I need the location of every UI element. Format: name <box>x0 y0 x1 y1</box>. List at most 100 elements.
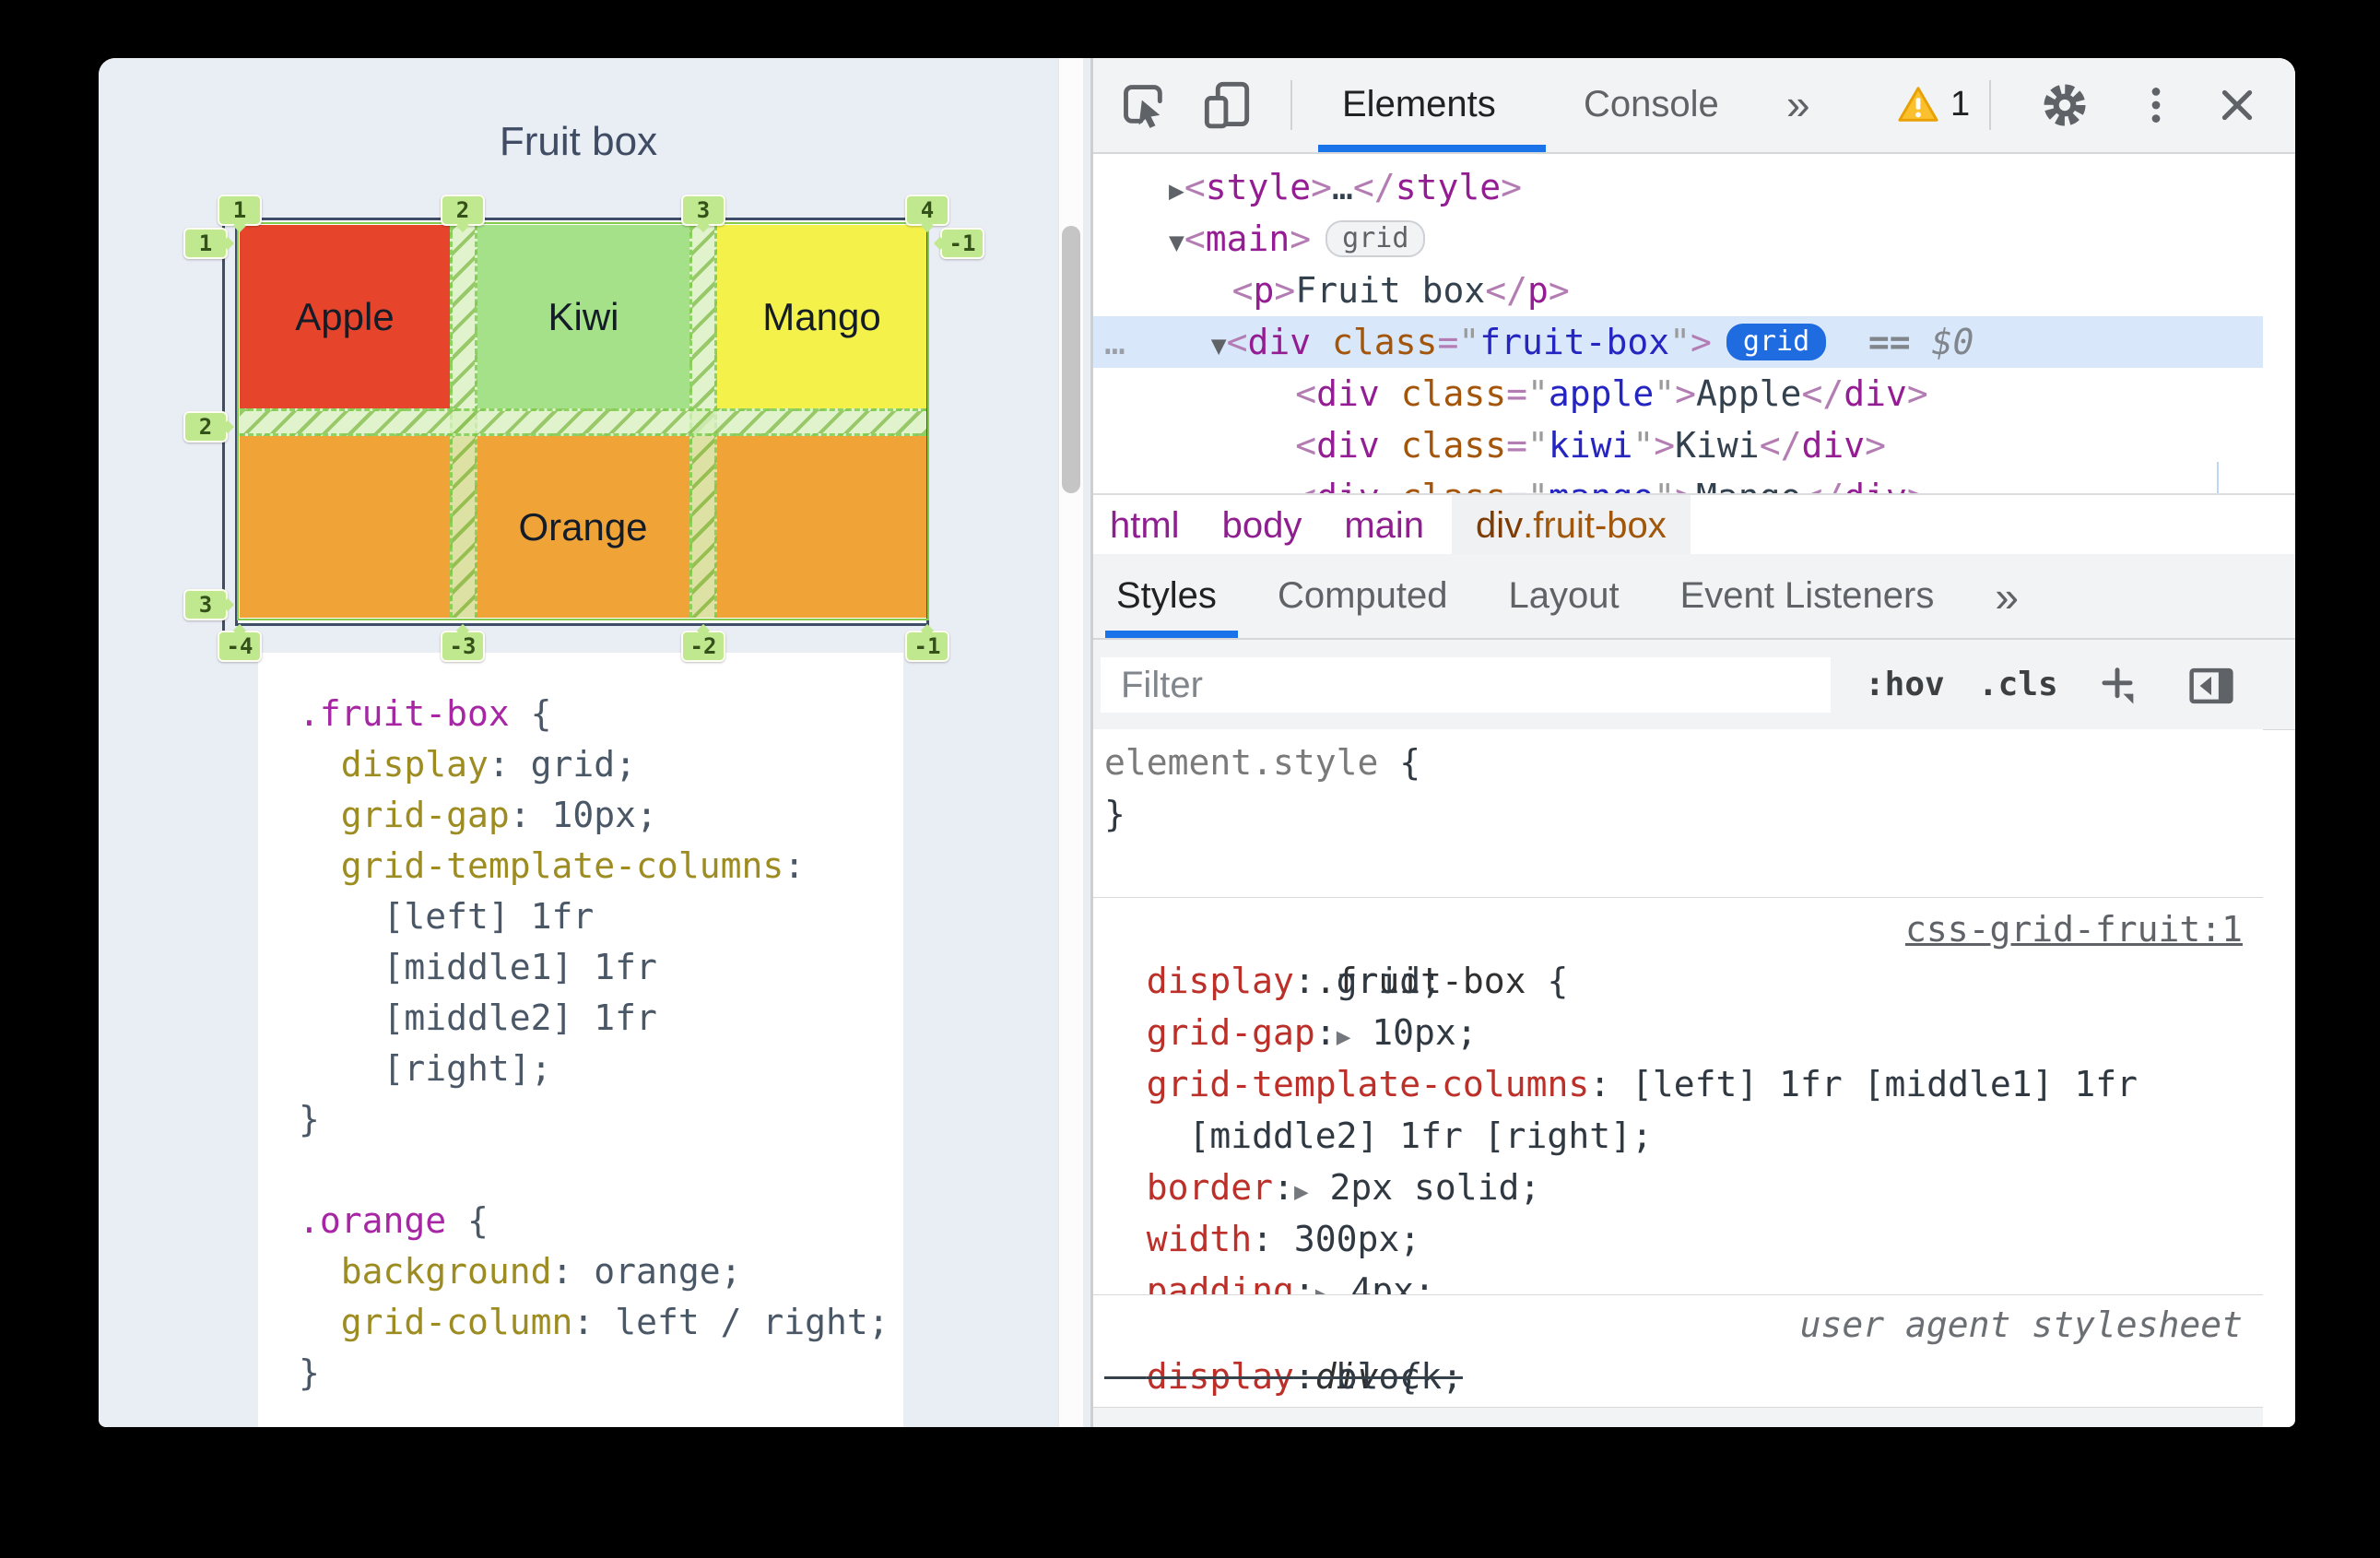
code-line: background: orange; <box>299 1246 903 1297</box>
more-sidebar-tabs-icon[interactable]: » <box>1995 572 2019 621</box>
stylesheet-link[interactable]: css-grid-fruit:1 <box>1905 903 2243 955</box>
token: grid-gap <box>1146 1012 1315 1053</box>
token: [middle1] 1fr <box>299 947 657 987</box>
token: class <box>1400 425 1507 466</box>
code-line: grid-template-columns: <box>299 841 903 891</box>
style-declaration[interactable]: [middle2] 1fr [right]; <box>1093 1110 2263 1162</box>
new-style-rule-icon[interactable] <box>2087 655 2148 716</box>
token: = <box>1506 373 1527 414</box>
toggle-classes-button[interactable]: .cls <box>1978 640 2058 729</box>
style-declaration[interactable]: width: 300px; <box>1093 1213 2263 1265</box>
active-tab-underline <box>1105 631 1238 638</box>
token: : <box>1314 1012 1337 1053</box>
menu-dots-icon[interactable] <box>2126 75 2186 136</box>
token: class <box>1400 373 1507 414</box>
code-line: grid-gap: 10px; <box>299 790 903 841</box>
style-declaration[interactable]: border:▶ 2px solid; <box>1093 1162 2263 1213</box>
token: </ <box>1759 425 1802 466</box>
devtools-panel: Elements Console » 1 ▶<style>…</style> ▼… <box>1093 58 2295 1427</box>
tab-styles[interactable]: Styles <box>1116 575 1217 617</box>
filter-input[interactable] <box>1101 657 1831 713</box>
token: </ <box>1485 270 1527 311</box>
toggle-sidebar-icon[interactable] <box>2181 655 2242 716</box>
dom-tree-row[interactable]: ▼<main> grid <box>1093 213 2263 265</box>
dom-tree-row[interactable]: … ▼<div class="fruit-box"> grid == $0 <box>1093 316 2263 368</box>
close-icon[interactable] <box>2207 75 2268 136</box>
tab-computed[interactable]: Computed <box>1278 575 1448 617</box>
warning-count: 1 <box>1950 84 1971 124</box>
token: 10px; <box>1350 1012 1478 1053</box>
issues-counter[interactable]: 1 <box>1897 58 1970 150</box>
token: { <box>446 1200 489 1241</box>
cell-label: Apple <box>295 294 395 338</box>
toggle-hover-state-button[interactable]: :hov <box>1865 640 1945 729</box>
tab-elements[interactable]: Elements <box>1342 58 1496 150</box>
page-scrollbar[interactable] <box>1058 58 1083 1427</box>
tab-console[interactable]: Console <box>1584 58 1719 150</box>
token: div <box>1247 322 1312 362</box>
token: : orange; <box>551 1251 742 1292</box>
style-declaration[interactable]: padding:▶ 4px; <box>1093 1265 2263 1294</box>
token: grid-column <box>340 1302 573 1342</box>
token: $0 <box>1931 322 1974 362</box>
breadcrumb-body[interactable]: body <box>1222 495 1302 556</box>
style-declaration[interactable]: grid-template-columns: [left] 1fr [middl… <box>1093 1058 2263 1110</box>
dom-tree-row[interactable]: <p>Fruit box</p> <box>1093 265 2263 316</box>
token: : <box>1273 1167 1294 1208</box>
more-tabs-icon[interactable]: » <box>1786 58 1810 150</box>
page-scrollbar-thumb[interactable] <box>1062 226 1080 493</box>
style-declaration[interactable]: display: block; <box>1093 1351 2263 1402</box>
token: } <box>299 1352 320 1393</box>
token: grid <box>1726 324 1827 360</box>
warning-icon <box>1898 87 1938 122</box>
rule-header[interactable]: div { user agent stylesheet <box>1093 1299 2263 1397</box>
token: grid-template-columns <box>340 845 784 886</box>
tab-layout[interactable]: Layout <box>1509 575 1620 617</box>
token: [left] 1fr <box>299 896 595 937</box>
code-line: [middle2] 1fr <box>299 993 903 1044</box>
grid-line-label-row-1: 1 <box>183 228 228 259</box>
token: div <box>1316 373 1380 414</box>
style-declaration[interactable]: grid-gap:▶ 10px; <box>1093 1007 2263 1058</box>
breadcrumb-tag: div <box>1476 504 1524 546</box>
grid-line-label-top-3: 3 <box>681 195 725 226</box>
code-line: [right]; <box>299 1044 903 1094</box>
grid-line-label-top-2: 2 <box>441 195 485 226</box>
style-declaration[interactable]: display: grid; <box>1093 955 2263 1007</box>
breadcrumb-main[interactable]: main <box>1344 495 1424 556</box>
token: < <box>1184 167 1206 207</box>
styles-filter-bar: :hov .cls <box>1093 640 2295 730</box>
toggle-device-toolbar-icon[interactable] <box>1196 75 1257 136</box>
token: : grid; <box>488 744 637 785</box>
toolbar-separator <box>1989 80 1991 130</box>
dom-tree-row[interactable]: ▶<style>…</style> <box>1093 161 2263 213</box>
dom-tree-row[interactable]: <div class="kiwi">Kiwi</div> <box>1093 419 2263 471</box>
token: div <box>1316 425 1380 466</box>
token: grid-template-columns <box>1146 1064 1590 1104</box>
inspect-element-icon[interactable] <box>1113 75 1174 136</box>
dom-tree-row[interactable]: <div class="apple">Apple</div> <box>1093 368 2263 419</box>
style-line[interactable]: } <box>1093 788 2263 840</box>
settings-gear-icon[interactable] <box>2034 75 2095 136</box>
rule-header[interactable]: .fruit-box { css-grid-fruit:1 <box>1093 903 2263 1001</box>
token: > <box>1906 373 1928 414</box>
token: display <box>1146 961 1294 1001</box>
token: style <box>1395 167 1502 207</box>
breadcrumb-html[interactable]: html <box>1110 495 1180 556</box>
tab-event-listeners[interactable]: Event Listeners <box>1680 575 1935 617</box>
breadcrumb-div-fruit-box[interactable]: div .fruit-box <box>1452 495 1691 556</box>
style-line[interactable]: element.style { <box>1093 737 2263 788</box>
grid-line-label-bottom-neg1: -1 <box>905 631 949 662</box>
token: ▶ <box>1336 1023 1351 1051</box>
token: .orange <box>299 1200 447 1241</box>
styles-pane: element.style {} .fruit-box { css-grid-f… <box>1093 729 2263 1427</box>
